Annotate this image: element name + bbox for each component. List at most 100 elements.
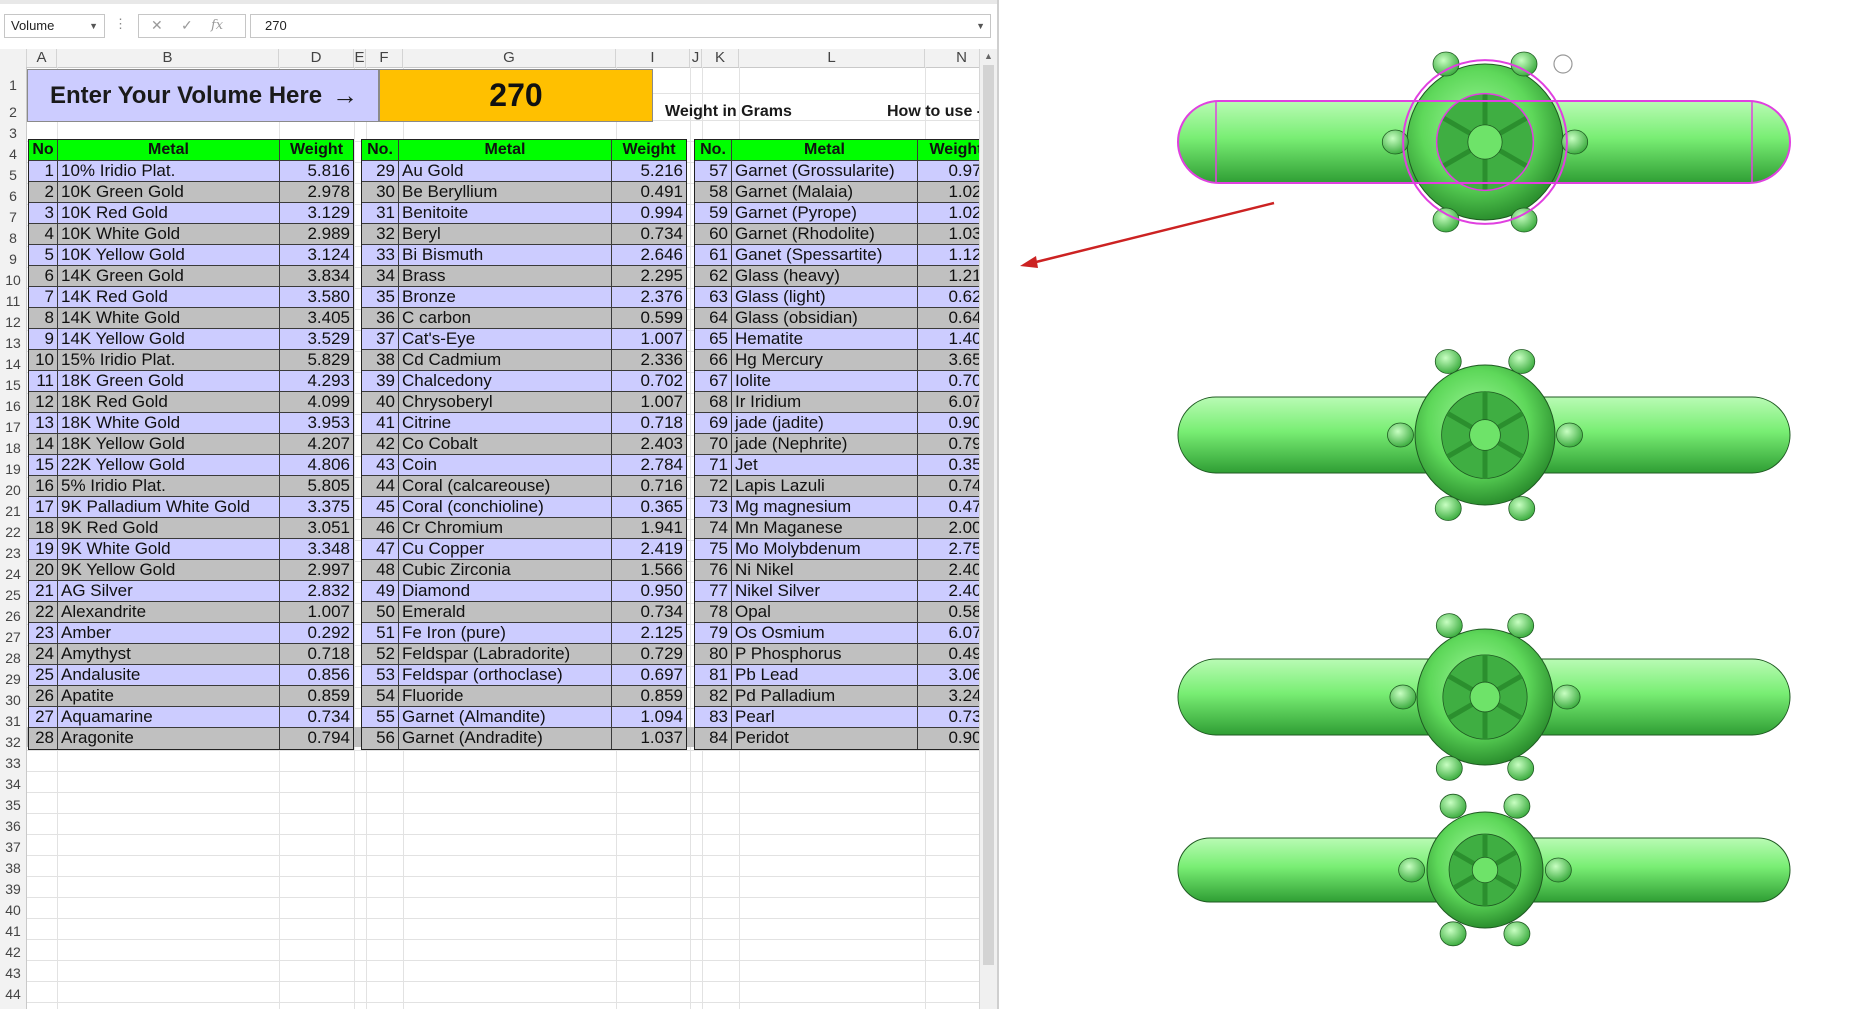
header-metal[interactable]: Metal (58, 140, 280, 161)
cell-no[interactable]: 61 (695, 245, 732, 266)
cell-no[interactable]: 10 (29, 350, 58, 371)
column-header[interactable]: K (702, 49, 739, 67)
table-row[interactable]: 44 Coral (calcareouse) 0.716 (362, 476, 686, 497)
table-row[interactable]: 57 Garnet (Grossularite) 0.975 (695, 161, 994, 182)
cell-weight[interactable]: 0.491 (612, 182, 686, 203)
cell-metal[interactable]: 18K Yellow Gold (58, 434, 280, 455)
cell-weight[interactable]: 0.859 (280, 686, 353, 707)
cell-no[interactable]: 36 (362, 308, 399, 329)
cell-metal[interactable]: Amber (58, 623, 280, 644)
cell-no[interactable]: 31 (362, 203, 399, 224)
cell-weight[interactable]: 0.734 (612, 224, 686, 245)
row-header[interactable]: 20 (0, 478, 27, 499)
cell-no[interactable]: 80 (695, 644, 732, 665)
formula-bar[interactable]: 270 ▼ (250, 14, 991, 38)
row-header[interactable]: 6 (0, 184, 27, 205)
cell-metal[interactable]: Garnet (Almandite) (399, 707, 612, 728)
cell-metal[interactable]: Hg Mercury (732, 350, 918, 371)
table-row[interactable]: 2 10K Green Gold 2.978 (29, 182, 353, 203)
table-row[interactable]: 70 jade (Nephrite) 0.797 (695, 434, 994, 455)
cell-metal[interactable]: Opal (732, 602, 918, 623)
table-row[interactable]: 59 Garnet (Pyrope) 1.021 (695, 203, 994, 224)
cell-metal[interactable]: 10% Iridio Plat. (58, 161, 280, 182)
cell-metal[interactable]: 10K Green Gold (58, 182, 280, 203)
cell-metal[interactable]: Chalcedony (399, 371, 612, 392)
cell-weight[interactable]: 2.978 (280, 182, 353, 203)
cell-metal[interactable]: Cat's-Eye (399, 329, 612, 350)
table-row[interactable]: 56 Garnet (Andradite) 1.037 (362, 728, 686, 749)
cell-no[interactable]: 64 (695, 308, 732, 329)
table-row[interactable]: 50 Emerald 0.734 (362, 602, 686, 623)
cell-weight[interactable]: 1.007 (280, 602, 353, 623)
cell-metal[interactable]: Garnet (Andradite) (399, 728, 612, 749)
cell-metal[interactable]: Mn Maganese (732, 518, 918, 539)
cell-weight[interactable]: 4.806 (280, 455, 353, 476)
cell-no[interactable]: 43 (362, 455, 399, 476)
table-row[interactable]: 48 Cubic Zirconia 1.566 (362, 560, 686, 581)
cell-metal[interactable]: Beryl (399, 224, 612, 245)
cell-metal[interactable]: Garnet (Pyrope) (732, 203, 918, 224)
table-row[interactable]: 52 Feldspar (Labradorite) 0.729 (362, 644, 686, 665)
cell-metal[interactable]: 14K Red Gold (58, 287, 280, 308)
table-row[interactable]: 36 C carbon 0.599 (362, 308, 686, 329)
cell-weight[interactable]: 3.051 (280, 518, 353, 539)
table-row[interactable]: 28 Aragonite 0.794 (29, 728, 353, 749)
cell-metal[interactable]: Jet (732, 455, 918, 476)
table-row[interactable]: 47 Cu Copper 2.419 (362, 539, 686, 560)
cell-no[interactable]: 13 (29, 413, 58, 434)
table-row[interactable]: 81 Pb Lead 3.064 (695, 665, 994, 686)
cell-metal[interactable]: Feldspar (Labradorite) (399, 644, 612, 665)
column-header[interactable]: L (739, 49, 925, 67)
row-header[interactable]: 44 (0, 982, 27, 1003)
cell-no[interactable]: 49 (362, 581, 399, 602)
cell-no[interactable]: 47 (362, 539, 399, 560)
cell-weight[interactable]: 2.419 (612, 539, 686, 560)
cell-weight[interactable]: 0.734 (612, 602, 686, 623)
cell-metal[interactable]: Andalusite (58, 665, 280, 686)
table-row[interactable]: 1 10% Iridio Plat. 5.816 (29, 161, 353, 182)
cell-metal[interactable]: Garnet (Grossularite) (732, 161, 918, 182)
cell-metal[interactable]: 9K Palladium White Gold (58, 497, 280, 518)
cell-weight[interactable]: 2.646 (612, 245, 686, 266)
cell-weight[interactable]: 0.697 (612, 665, 686, 686)
cell-no[interactable]: 33 (362, 245, 399, 266)
cancel-icon[interactable]: ✕ (151, 17, 163, 34)
cell-weight[interactable]: 3.405 (280, 308, 353, 329)
cell-no[interactable]: 57 (695, 161, 732, 182)
cell-no[interactable]: 25 (29, 665, 58, 686)
row-header[interactable]: 41 (0, 919, 27, 940)
table-row[interactable]: 77 Nikel Silver 2.403 (695, 581, 994, 602)
row-header[interactable]: 26 (0, 604, 27, 625)
cell-no[interactable]: 11 (29, 371, 58, 392)
cell-no[interactable]: 66 (695, 350, 732, 371)
table-row[interactable]: 60 Garnet (Rhodolite) 1.037 (695, 224, 994, 245)
table-row[interactable]: 80 P Phosphorus 0.491 (695, 644, 994, 665)
cell-no[interactable]: 42 (362, 434, 399, 455)
select-all[interactable] (0, 49, 27, 67)
row-header[interactable]: 2 (0, 94, 27, 121)
cell-no[interactable]: 22 (29, 602, 58, 623)
row-header[interactable]: 35 (0, 793, 27, 814)
row-header[interactable]: 4 (0, 142, 27, 163)
table-row[interactable]: 46 Cr Chromium 1.941 (362, 518, 686, 539)
row-header[interactable]: 10 (0, 268, 27, 289)
cell-metal[interactable]: Coin (399, 455, 612, 476)
table-row[interactable]: 58 Garnet (Malaia) 1.026 (695, 182, 994, 203)
name-box[interactable]: Volume ▼ (4, 14, 105, 38)
cell-no[interactable]: 17 (29, 497, 58, 518)
row-header[interactable]: 3 (0, 121, 27, 142)
cell-metal[interactable]: Coral (conchioline) (399, 497, 612, 518)
cell-weight[interactable]: 1.037 (612, 728, 686, 749)
cell-no[interactable]: 23 (29, 623, 58, 644)
row-header[interactable]: 11 (0, 289, 27, 310)
cell-weight[interactable]: 0.365 (612, 497, 686, 518)
cell-weight[interactable]: 3.529 (280, 329, 353, 350)
table-row[interactable]: 65 Hematite 1.404 (695, 329, 994, 350)
cell-weight[interactable]: 3.375 (280, 497, 353, 518)
table-row[interactable]: 62 Glass (heavy) 1.215 (695, 266, 994, 287)
cell-weight[interactable]: 2.125 (612, 623, 686, 644)
cell-metal[interactable]: Nikel Silver (732, 581, 918, 602)
table-row[interactable]: 35 Bronze 2.376 (362, 287, 686, 308)
cell-weight[interactable]: 5.816 (280, 161, 353, 182)
row-header[interactable]: 39 (0, 877, 27, 898)
